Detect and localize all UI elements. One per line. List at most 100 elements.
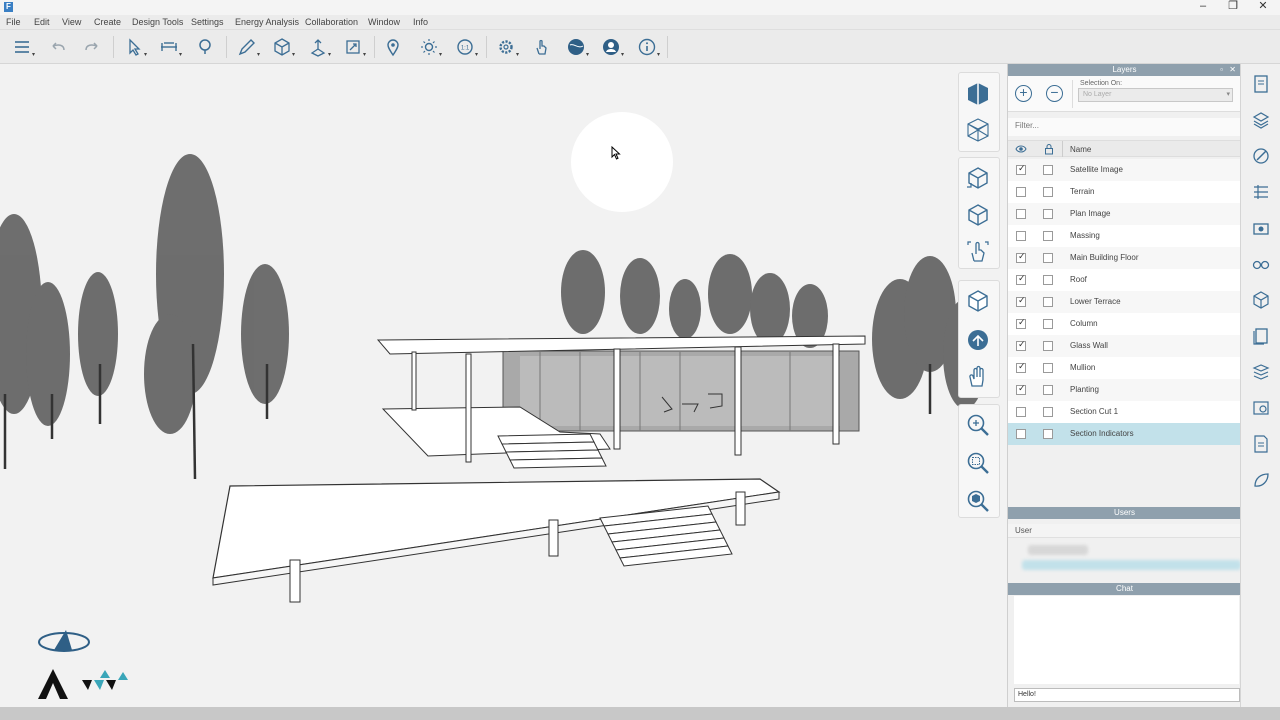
content-library-button[interactable] bbox=[1251, 326, 1271, 346]
zoom-extents-button[interactable] bbox=[958, 481, 998, 521]
walk-button[interactable] bbox=[958, 320, 998, 360]
layer-visibility-checkbox[interactable] bbox=[1016, 317, 1026, 329]
layer-lock-checkbox[interactable] bbox=[1043, 341, 1053, 351]
layer-row[interactable]: Terrain bbox=[1008, 181, 1241, 203]
orbit-button[interactable] bbox=[958, 232, 998, 272]
layer-row[interactable]: Glass Wall bbox=[1008, 335, 1241, 357]
menu-info[interactable]: Info bbox=[413, 17, 428, 27]
pan-button[interactable] bbox=[958, 357, 998, 397]
add-layer-button[interactable]: + bbox=[1015, 85, 1032, 102]
layer-lock-checkbox[interactable] bbox=[1043, 187, 1053, 197]
measure-tool-button[interactable]: ▾ bbox=[157, 36, 182, 58]
layer-lock-checkbox[interactable] bbox=[1043, 231, 1053, 241]
groups-panel-button[interactable] bbox=[1251, 290, 1271, 310]
layer-row[interactable]: Plan Image bbox=[1008, 203, 1241, 225]
view-cube-button[interactable] bbox=[958, 74, 998, 114]
scale-button[interactable]: 1:1 ▾ bbox=[453, 36, 478, 58]
layer-filter-input[interactable]: Filter... bbox=[1008, 118, 1241, 136]
layers-menu-button[interactable]: ▾ bbox=[10, 36, 35, 58]
info-button[interactable]: ▾ bbox=[635, 36, 660, 58]
extrude-tool-button[interactable]: ▾ bbox=[306, 36, 331, 58]
selection-on-select[interactable]: No Layer ▾ bbox=[1078, 88, 1233, 102]
hint-button[interactable] bbox=[193, 36, 217, 58]
orthographic-view-button[interactable] bbox=[958, 195, 998, 235]
menu-settings[interactable]: Settings bbox=[191, 17, 224, 27]
layer-lock-checkbox[interactable] bbox=[1043, 253, 1053, 263]
notes-panel-button[interactable] bbox=[1251, 434, 1271, 454]
layer-row[interactable]: Main Building Floor bbox=[1008, 247, 1241, 269]
properties-panel-button[interactable] bbox=[1251, 74, 1271, 94]
layer-visibility-checkbox[interactable] bbox=[1016, 209, 1026, 219]
layer-lock-checkbox[interactable] bbox=[1043, 209, 1053, 219]
layer-lock-checkbox[interactable] bbox=[1043, 363, 1053, 373]
layer-lock-checkbox[interactable] bbox=[1043, 165, 1053, 175]
perspective-view-button[interactable] bbox=[958, 158, 998, 198]
layer-lock-checkbox[interactable] bbox=[1043, 407, 1053, 417]
sketch-panel-button[interactable] bbox=[1251, 470, 1271, 490]
layer-row[interactable]: Column bbox=[1008, 313, 1241, 335]
layer-visibility-checkbox[interactable] bbox=[1016, 383, 1026, 395]
levels-panel-button[interactable] bbox=[1251, 182, 1271, 202]
layer-row[interactable]: Section Cut 1 bbox=[1008, 401, 1241, 423]
restore-button[interactable]: ❐ bbox=[1218, 0, 1248, 14]
3d-viewport[interactable] bbox=[0, 64, 1007, 707]
redo-button[interactable] bbox=[80, 36, 104, 58]
menu-window[interactable]: Window bbox=[368, 17, 400, 27]
select-tool-button[interactable]: ▾ bbox=[122, 36, 147, 58]
layer-visibility-checkbox[interactable] bbox=[1016, 231, 1026, 241]
layer-visibility-checkbox[interactable] bbox=[1016, 339, 1026, 351]
layer-row[interactable]: Section Indicators bbox=[1008, 423, 1241, 445]
sketch-tool-button[interactable]: ▾ bbox=[235, 36, 260, 58]
user-account-button[interactable]: ▾ bbox=[599, 36, 624, 58]
menu-energy-analysis[interactable]: Energy Analysis bbox=[235, 17, 299, 27]
layer-visibility-checkbox[interactable] bbox=[1016, 407, 1026, 417]
layer-lock-checkbox[interactable] bbox=[1043, 275, 1053, 285]
menu-design-tools[interactable]: Design Tools bbox=[132, 17, 183, 27]
analysis-panel-button[interactable] bbox=[1251, 398, 1271, 418]
close-button[interactable]: ✕ bbox=[1248, 0, 1278, 14]
shape-tool-button[interactable]: ▾ bbox=[270, 36, 295, 58]
materials-panel-button[interactable] bbox=[1251, 146, 1271, 166]
layer-visibility-checkbox[interactable] bbox=[1016, 187, 1026, 197]
layer-visibility-checkbox[interactable] bbox=[1016, 273, 1026, 285]
touch-mode-button[interactable] bbox=[529, 36, 553, 58]
name-column-header[interactable]: Name bbox=[1070, 145, 1091, 154]
layer-row[interactable]: Mullion bbox=[1008, 357, 1241, 379]
settings-button[interactable]: ▾ bbox=[494, 36, 519, 58]
visual-styles-button[interactable] bbox=[1251, 254, 1271, 274]
sun-settings-button[interactable]: ▾ bbox=[417, 36, 442, 58]
compass-icon[interactable] bbox=[36, 626, 92, 659]
menu-file[interactable]: File bbox=[6, 17, 21, 27]
remove-layer-button[interactable]: − bbox=[1046, 85, 1063, 102]
user-list-item[interactable] bbox=[1028, 545, 1088, 555]
globe-button[interactable]: ▾ bbox=[564, 36, 589, 58]
menu-collaboration[interactable]: Collaboration bbox=[305, 17, 358, 27]
wireframe-view-button[interactable] bbox=[958, 110, 998, 150]
zoom-window-button[interactable] bbox=[958, 443, 998, 483]
menu-edit[interactable]: Edit bbox=[34, 17, 50, 27]
minimize-button[interactable]: – bbox=[1188, 0, 1218, 14]
menu-create[interactable]: Create bbox=[94, 17, 121, 27]
undo-button[interactable] bbox=[46, 36, 70, 58]
layer-visibility-checkbox[interactable] bbox=[1016, 251, 1026, 263]
location-button[interactable] bbox=[381, 36, 405, 58]
layer-visibility-checkbox[interactable] bbox=[1016, 163, 1026, 175]
layer-row[interactable]: Massing bbox=[1008, 225, 1241, 247]
panel-float-icon[interactable]: ▫ bbox=[1220, 64, 1223, 76]
storage-panel-button[interactable] bbox=[1251, 362, 1271, 382]
layer-visibility-checkbox[interactable] bbox=[1016, 361, 1026, 373]
chat-input[interactable]: Hello! bbox=[1014, 688, 1240, 702]
panel-close-icon[interactable]: ✕ bbox=[1229, 64, 1236, 76]
scenes-panel-button[interactable] bbox=[1251, 218, 1271, 238]
layer-row[interactable]: Roof bbox=[1008, 269, 1241, 291]
layer-row[interactable]: Planting bbox=[1008, 379, 1241, 401]
layer-lock-checkbox[interactable] bbox=[1043, 297, 1053, 307]
layer-visibility-checkbox[interactable] bbox=[1016, 429, 1026, 439]
home-view-button[interactable] bbox=[958, 281, 998, 321]
transform-tool-button[interactable]: ▾ bbox=[341, 36, 366, 58]
layers-panel-button[interactable] bbox=[1251, 110, 1271, 130]
layer-lock-checkbox[interactable] bbox=[1043, 385, 1053, 395]
menu-view[interactable]: View bbox=[62, 17, 81, 27]
layer-visibility-checkbox[interactable] bbox=[1016, 295, 1026, 307]
zoom-button[interactable] bbox=[958, 405, 998, 445]
